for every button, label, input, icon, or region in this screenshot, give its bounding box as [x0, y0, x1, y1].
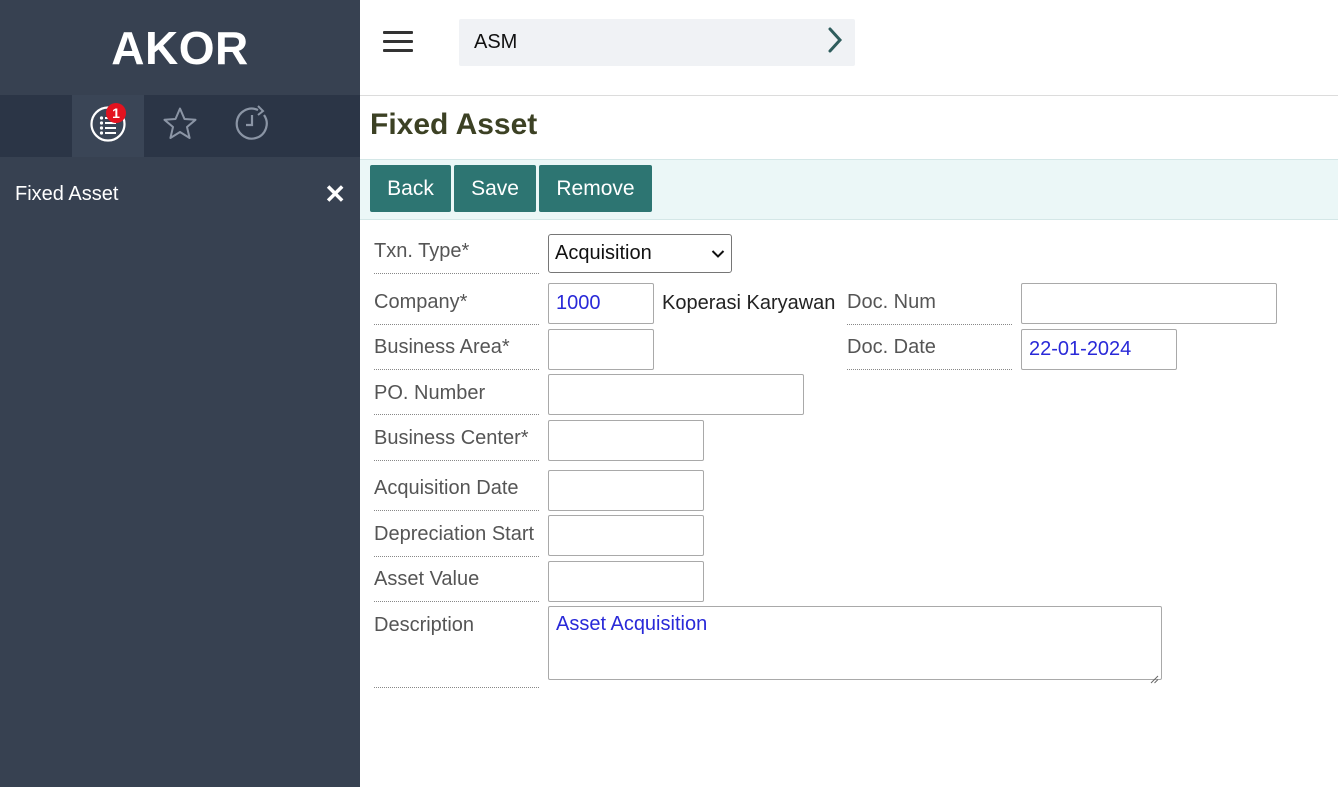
chevron-right-icon: [827, 26, 843, 60]
txn-type-select[interactable]: Acquisition: [548, 234, 732, 273]
back-button[interactable]: Back: [370, 165, 451, 212]
txn-type-value: Acquisition: [555, 242, 652, 264]
business-area-label: Business Area*: [374, 336, 539, 370]
description-textarea[interactable]: Asset Acquisition: [548, 606, 1162, 684]
business-area-field[interactable]: [548, 329, 654, 370]
resize-grip-icon[interactable]: [1149, 667, 1159, 684]
asset-value-label: Asset Value: [374, 568, 539, 602]
sidebar-item-label: Fixed Asset: [15, 182, 119, 205]
history-icon: [233, 104, 271, 148]
doc-date-field[interactable]: 22-01-2024: [1021, 329, 1177, 370]
tab-favorites[interactable]: [144, 95, 216, 157]
asset-value-field[interactable]: [548, 561, 704, 602]
module-label: ASM: [474, 31, 518, 53]
notification-badge: 1: [106, 103, 126, 123]
sidebar: AKOR 1 Fixed Asset ✕: [0, 0, 360, 787]
sidebar-tabs: 1: [0, 95, 360, 157]
business-center-label: Business Center*: [374, 427, 539, 461]
depreciation-start-label: Depreciation Start: [374, 523, 539, 557]
po-number-label: PO. Number: [374, 382, 539, 415]
acquisition-date-label: Acquisition Date: [374, 477, 539, 511]
company-name: Koperasi Karyawan: [662, 292, 836, 314]
depreciation-start-field[interactable]: [548, 515, 704, 556]
description-label: Description: [374, 614, 539, 688]
chevron-down-icon: [711, 242, 725, 265]
star-icon: [162, 106, 198, 147]
page-title: Fixed Asset: [370, 108, 538, 141]
sidebar-item-fixed-asset[interactable]: Fixed Asset ✕: [0, 173, 360, 215]
tab-history[interactable]: [216, 95, 288, 157]
company-field[interactable]: 1000: [548, 283, 654, 324]
doc-date-label: Doc. Date: [847, 336, 1012, 370]
acquisition-date-field[interactable]: [548, 470, 704, 511]
doc-num-label: Doc. Num: [847, 291, 1012, 325]
hamburger-menu-icon[interactable]: [383, 31, 413, 55]
remove-button[interactable]: Remove: [539, 165, 652, 212]
description-value: Asset Acquisition: [556, 613, 708, 635]
brand-logo: AKOR: [111, 21, 249, 74]
module-selector[interactable]: ASM: [459, 19, 855, 66]
save-button[interactable]: Save: [454, 165, 536, 212]
close-icon[interactable]: ✕: [324, 181, 346, 207]
business-center-field[interactable]: [548, 420, 704, 461]
top-bar: ASM: [360, 0, 1338, 96]
action-toolbar: Back Save Remove: [360, 159, 1338, 220]
txn-type-label: Txn. Type*: [374, 240, 539, 274]
doc-num-field[interactable]: [1021, 283, 1277, 324]
tab-menu-list[interactable]: 1: [72, 95, 144, 157]
po-number-field[interactable]: [548, 374, 804, 415]
company-label: Company*: [374, 291, 539, 325]
